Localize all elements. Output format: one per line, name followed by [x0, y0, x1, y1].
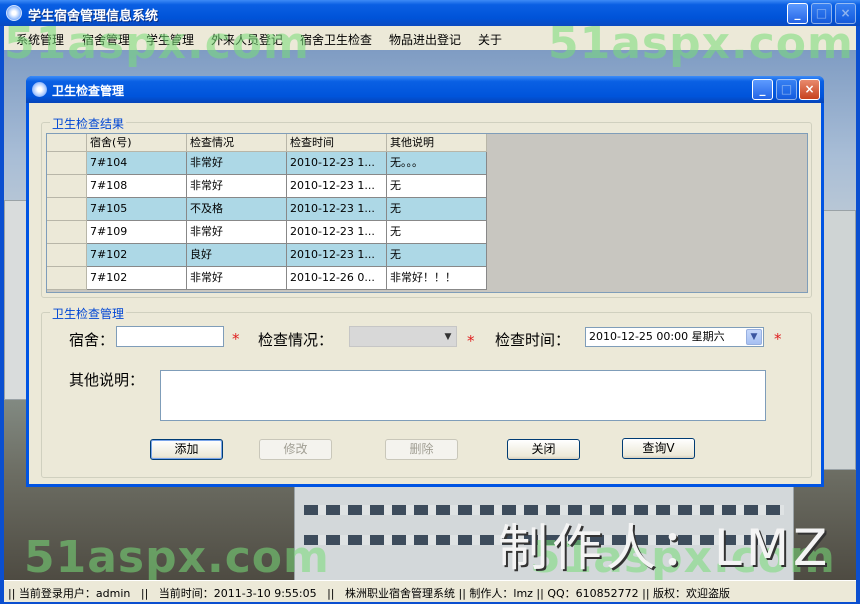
- cell-dorm: 7#102: [87, 267, 187, 290]
- check-time-value: 2010-12-25 00:00 星期六: [589, 330, 725, 343]
- required-mark: *: [232, 330, 240, 348]
- row-header[interactable]: [47, 221, 87, 244]
- cell-time: 2010-12-23 1...: [287, 175, 387, 198]
- dorm-label: 宿舍：: [69, 331, 115, 349]
- watermark: 51aspx.com: [548, 18, 854, 69]
- cell-condition: 良好: [187, 244, 287, 267]
- cell-time: 2010-12-26 0...: [287, 267, 387, 290]
- condition-select[interactable]: ▼: [349, 326, 457, 347]
- delete-button[interactable]: 删除: [385, 439, 458, 460]
- time-label: 检查时间：: [495, 331, 571, 349]
- cell-dorm: 7#109: [87, 221, 187, 244]
- cell-condition: 非常好: [187, 221, 287, 244]
- results-grid[interactable]: 宿舍(号) 检查情况 检查时间 其他说明 7#104 非常好 2010-12-2…: [46, 133, 808, 293]
- query-button[interactable]: 查询V: [622, 438, 695, 459]
- table-row[interactable]: 7#102 非常好 2010-12-26 0... 非常好！！！: [87, 267, 487, 290]
- dialog-title: 卫生检查管理: [52, 84, 125, 98]
- cell-time: 2010-12-23 1...: [287, 198, 387, 221]
- statusbar: || 当前登录用户：admin || 当前时间：2011-3-10 9:55:0…: [4, 580, 856, 602]
- cell-time: 2010-12-23 1...: [287, 152, 387, 175]
- maker-sign: 制作人：LMZ: [498, 519, 832, 577]
- row-header[interactable]: [47, 152, 87, 175]
- cell-dorm: 7#104: [87, 152, 187, 175]
- table-row[interactable]: 7#102 良好 2010-12-23 1... 无: [87, 244, 487, 267]
- menu-goods[interactable]: 物品进出登记: [389, 31, 461, 48]
- notes-label: 其他说明：: [69, 371, 145, 389]
- chevron-down-icon[interactable]: ▼: [746, 329, 762, 345]
- add-button[interactable]: 添加: [150, 439, 223, 460]
- manage-group-title: 卫生检查管理: [50, 305, 127, 322]
- cell-condition: 非常好: [187, 152, 287, 175]
- dialog-icon: [32, 82, 47, 97]
- chevron-down-icon[interactable]: ▼: [440, 327, 456, 346]
- results-group-title: 卫生检查结果: [50, 115, 127, 132]
- row-header[interactable]: [47, 244, 87, 267]
- table-row[interactable]: 7#108 非常好 2010-12-23 1... 无: [87, 175, 487, 198]
- grid-column-header[interactable]: 检查情况: [187, 134, 287, 152]
- edit-button[interactable]: 修改: [259, 439, 332, 460]
- cell-notes: 无。。。: [387, 152, 487, 175]
- table-row[interactable]: 7#109 非常好 2010-12-23 1... 无: [87, 221, 487, 244]
- cell-time: 2010-12-23 1...: [287, 221, 387, 244]
- menu-about[interactable]: 关于: [478, 31, 502, 48]
- row-header[interactable]: [47, 198, 87, 221]
- row-header[interactable]: [47, 267, 87, 290]
- cell-notes: 无: [387, 244, 487, 267]
- cell-dorm: 7#102: [87, 244, 187, 267]
- cell-dorm: 7#108: [87, 175, 187, 198]
- cell-condition: 不及格: [187, 198, 287, 221]
- required-mark: *: [467, 332, 475, 350]
- grid-column-header[interactable]: 其他说明: [387, 134, 487, 152]
- cell-time: 2010-12-23 1...: [287, 244, 387, 267]
- cell-notes: 无: [387, 175, 487, 198]
- dialog-titlebar[interactable]: 卫生检查管理 _ □ ×: [26, 76, 824, 103]
- dorm-input[interactable]: [116, 326, 224, 347]
- dialog-minimize-button[interactable]: _: [752, 79, 773, 100]
- watermark: 51aspx.com: [4, 18, 310, 69]
- cell-notes: 无: [387, 198, 487, 221]
- cell-notes: 无: [387, 221, 487, 244]
- table-row[interactable]: 7#105 不及格 2010-12-23 1... 无: [87, 198, 487, 221]
- condition-label: 检查情况：: [258, 331, 334, 349]
- dialog-body: 卫生检查结果 宿舍(号) 检查情况 检查时间 其他说明 7#104 非常好 20…: [29, 103, 821, 484]
- table-row[interactable]: 7#104 非常好 2010-12-23 1... 无。。。: [87, 152, 487, 175]
- cell-notes: 非常好！！！: [387, 267, 487, 290]
- required-mark: *: [774, 330, 782, 348]
- grid-column-header[interactable]: 检查时间: [287, 134, 387, 152]
- dialog-close-button[interactable]: ×: [799, 79, 820, 100]
- grid-column-header[interactable]: 宿舍(号): [87, 134, 187, 152]
- row-header[interactable]: [47, 175, 87, 198]
- cell-dorm: 7#105: [87, 198, 187, 221]
- menu-hygiene[interactable]: 宿舍卫生检查: [300, 31, 372, 48]
- cell-condition: 非常好: [187, 267, 287, 290]
- status-text: || 当前登录用户：admin || 当前时间：2011-3-10 9:55:0…: [8, 587, 731, 600]
- app-window: 学生宿舍管理信息系统 _ □ × 系统管理 宿舍管理 学生管理 外来人员登记 宿…: [0, 0, 860, 604]
- check-time-picker[interactable]: 2010-12-25 00:00 星期六 ▼: [585, 327, 764, 347]
- hygiene-dialog: 卫生检查管理 _ □ × 卫生检查结果 宿舍(号) 检查情况 检查时间 其他说明: [26, 76, 824, 487]
- watermark: 51aspx.com: [24, 532, 330, 583]
- dialog-maximize-button[interactable]: □: [776, 79, 797, 100]
- grid-corner-cell: [47, 134, 87, 152]
- cell-condition: 非常好: [187, 175, 287, 198]
- notes-input[interactable]: [160, 370, 766, 421]
- close-dialog-button[interactable]: 关闭: [507, 439, 580, 460]
